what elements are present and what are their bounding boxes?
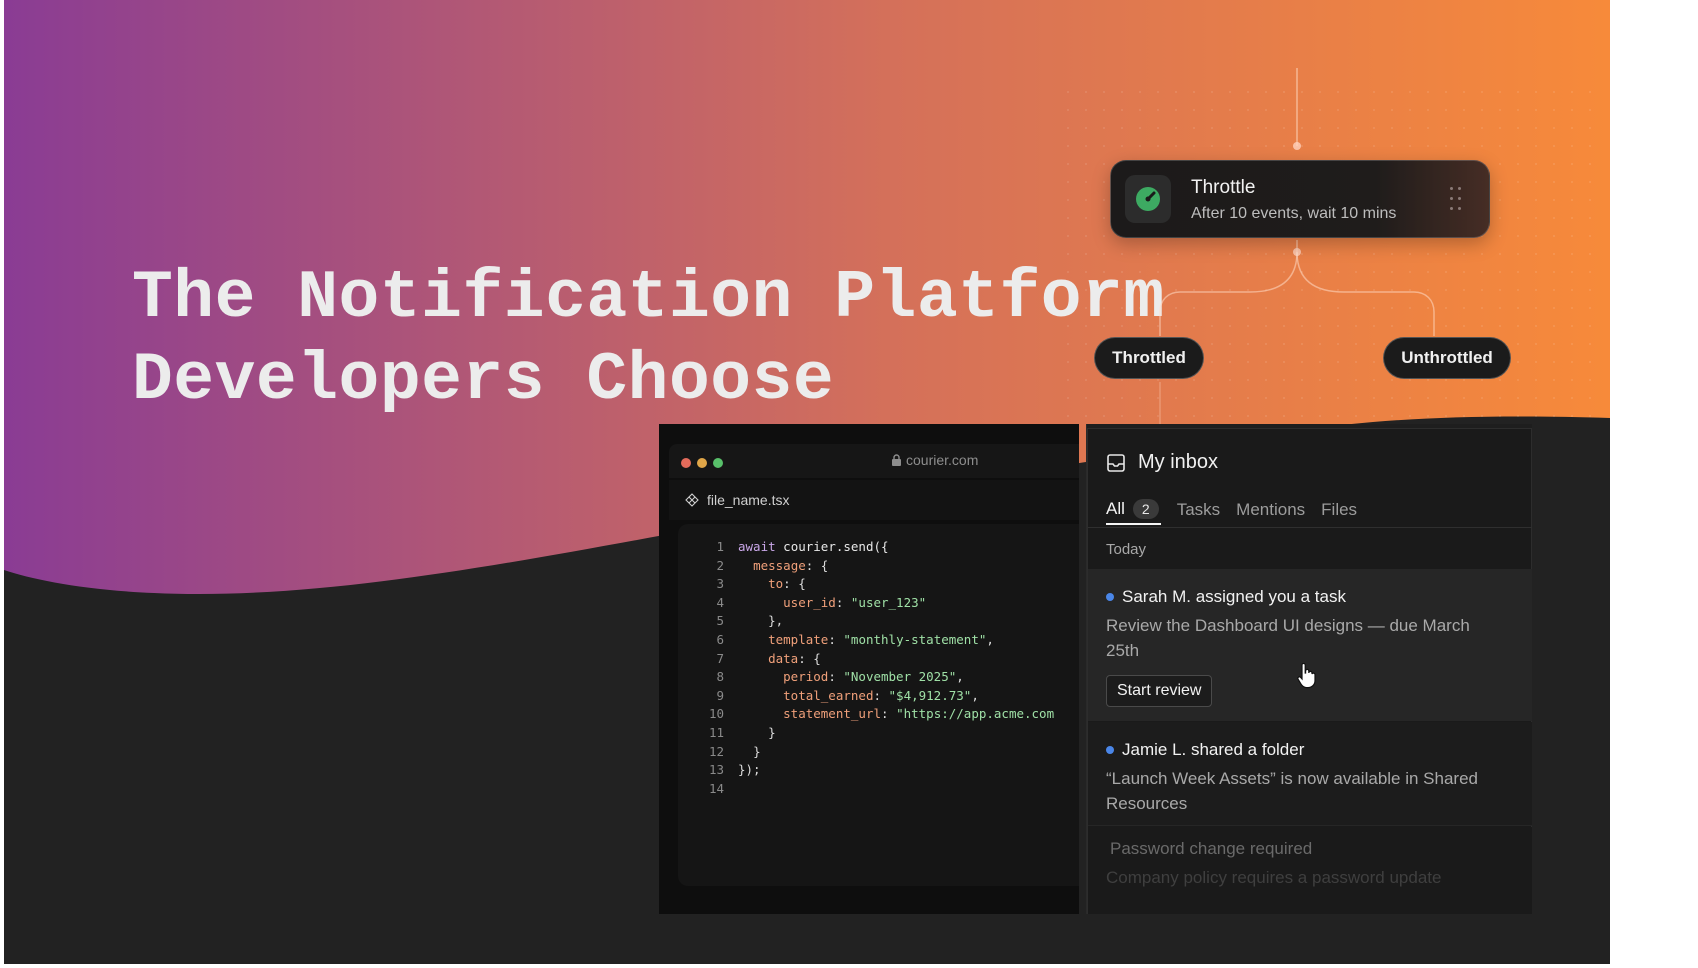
throttle-title: Throttle	[1191, 177, 1256, 198]
tab-tasks[interactable]: Tasks	[1177, 495, 1220, 525]
code-line: 7 data: {	[716, 650, 821, 666]
throttle-subtitle: After 10 events, wait 10 mins	[1191, 205, 1397, 222]
message-body: Company policy requires a password updat…	[1106, 868, 1442, 887]
code-line: 3 to: {	[716, 576, 806, 592]
inbox-icon	[1107, 453, 1125, 472]
unread-dot	[1106, 593, 1114, 601]
message-title: Sarah M. assigned you a task	[1106, 587, 1346, 607]
code-line: 14	[708, 780, 724, 796]
headline: The Notification Platform Developers Cho…	[132, 258, 1165, 422]
drag-handle-icon[interactable]	[1449, 187, 1463, 213]
inbox-container: My inbox All 2 Tasks Mentions Files Toda…	[1087, 428, 1532, 914]
url-text: courier.com	[906, 452, 979, 468]
file-tab[interactable]: file_name.tsx	[669, 480, 1079, 520]
tab-mentions[interactable]: Mentions	[1236, 495, 1305, 525]
code-line: 5 },	[716, 613, 784, 629]
gauge-icon	[1125, 175, 1171, 223]
tab-files[interactable]: Files	[1321, 495, 1357, 525]
lock-icon	[892, 454, 901, 466]
branch-unthrottled[interactable]: Unthrottled	[1383, 337, 1511, 379]
list-item[interactable]: Jamie L. shared a folder “Launch Week As…	[1088, 722, 1532, 826]
inbox-panel: My inbox All 2 Tasks Mentions Files Toda…	[1086, 424, 1532, 914]
browser-window: courier.com file_name.tsx 1 await courier…	[659, 424, 1079, 914]
code-line: 13});	[708, 762, 761, 778]
code-line: 2 message: {	[716, 557, 829, 573]
code-line: 10 statement_url: "https://app.acme.com	[708, 706, 1055, 722]
list-item[interactable]: Password change required Company policy …	[1088, 827, 1532, 914]
throttle-node[interactable]: Throttle After 10 events, wait 10 mins	[1110, 160, 1490, 238]
minimize-window-dot[interactable]	[697, 458, 707, 468]
unread-dot	[1106, 746, 1114, 754]
code-line: 9 total_earned: "$4,912.73",	[716, 687, 979, 703]
message-body: Review the Dashboard UI designs — due Ma…	[1106, 616, 1470, 660]
close-window-dot[interactable]	[681, 458, 691, 468]
code-editor[interactable]: 1 await courier.send({ 2 message: { 3 to:…	[678, 524, 1079, 886]
inbox-header: My inbox	[1106, 451, 1218, 474]
tab-all[interactable]: All 2	[1106, 495, 1161, 525]
branch-throttled[interactable]: Throttled	[1094, 337, 1204, 379]
headline-line-2: Developers Choose	[132, 342, 835, 419]
message-body: “Launch Week Assets” is now available in…	[1106, 769, 1478, 813]
code-line: 4 user_id: "user_123"	[716, 594, 927, 610]
code-line: 6 template: "monthly-statement",	[716, 632, 994, 647]
code-line: 1 await courier.send({	[716, 539, 889, 554]
maximize-window-dot[interactable]	[713, 458, 723, 468]
code-line: 8 period: "November 2025",	[716, 669, 964, 685]
headline-line-1: The Notification Platform	[132, 260, 1165, 337]
hand-cursor-icon	[1297, 663, 1316, 689]
file-name: file_name.tsx	[707, 492, 790, 508]
message-title-text: Sarah M. assigned you a task	[1122, 587, 1346, 606]
list-item[interactable]: Sarah M. assigned you a task Review the …	[1088, 569, 1532, 721]
address-bar[interactable]: courier.com	[891, 452, 978, 468]
tab-all-label: All	[1106, 499, 1125, 518]
workflow-connectors	[1159, 68, 1435, 440]
message-title: Password change required	[1110, 839, 1313, 858]
start-review-button[interactable]: Start review	[1106, 675, 1213, 707]
message-title: Jamie L. shared a folder	[1106, 740, 1304, 760]
browser-toolbar: courier.com	[669, 444, 1079, 478]
section-label-today: Today	[1106, 541, 1147, 558]
tabs-divider	[1088, 527, 1532, 528]
component-icon	[685, 493, 699, 507]
code-line: 11 }	[708, 725, 776, 740]
code-line: 12 }	[708, 743, 761, 759]
unread-count-badge: 2	[1132, 499, 1159, 519]
inbox-tabs: All 2 Tasks Mentions Files	[1106, 495, 1357, 525]
inbox-title: My inbox	[1138, 451, 1219, 473]
message-title-text: Jamie L. shared a folder	[1122, 740, 1305, 759]
